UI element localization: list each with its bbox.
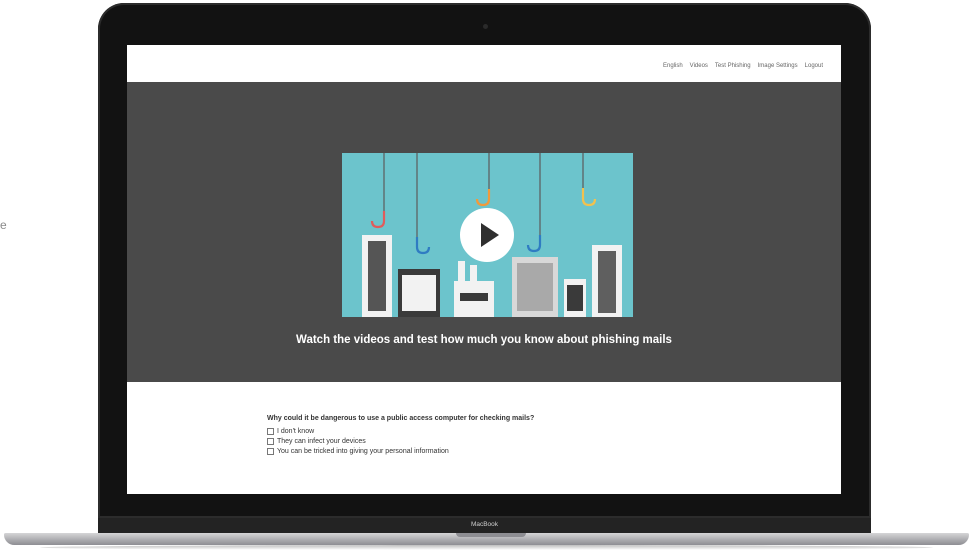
quiz-option[interactable]: I don't know (267, 428, 534, 435)
nav-link-logout[interactable]: Logout (805, 63, 823, 69)
laptop-screen: English Videos Test Phishing Image Setti… (127, 45, 841, 494)
play-button[interactable] (460, 208, 514, 262)
nav-link-english[interactable]: English (663, 63, 683, 69)
quiz-option[interactable]: They can infect your devices (267, 438, 534, 445)
checkbox[interactable] (267, 438, 274, 445)
checkbox[interactable] (267, 448, 274, 455)
quiz-section: Why could it be dangerous to use a publi… (267, 415, 534, 458)
nav-link-videos[interactable]: Videos (690, 63, 708, 69)
quiz-option-label: I don't know (277, 428, 315, 435)
hero-section: Watch the videos and test how much you k… (127, 82, 841, 382)
play-icon (481, 223, 499, 247)
laptop-shadow (40, 545, 933, 550)
device-brand-label: MacBook (470, 521, 499, 528)
nav-links: English Videos Test Phishing Image Setti… (663, 63, 823, 69)
top-nav: English Videos Test Phishing Image Setti… (127, 45, 841, 82)
quiz-option[interactable]: You can be tricked into giving your pers… (267, 448, 534, 455)
video-player[interactable] (342, 153, 633, 317)
camera-icon (483, 24, 488, 29)
checkbox[interactable] (267, 428, 274, 435)
laptop-chin: MacBook (98, 518, 871, 534)
laptop-notch (456, 533, 526, 537)
nav-link-image-settings[interactable]: Image Settings (758, 63, 798, 69)
laptop-base (4, 533, 969, 545)
quiz-option-label: You can be tricked into giving your pers… (277, 448, 449, 455)
nav-link-test-phishing[interactable]: Test Phishing (715, 63, 751, 69)
hero-title: Watch the videos and test how much you k… (296, 334, 672, 346)
edge-text: e (0, 218, 7, 232)
quiz-question: Why could it be dangerous to use a publi… (267, 415, 535, 422)
quiz-option-label: They can infect your devices (277, 438, 366, 445)
